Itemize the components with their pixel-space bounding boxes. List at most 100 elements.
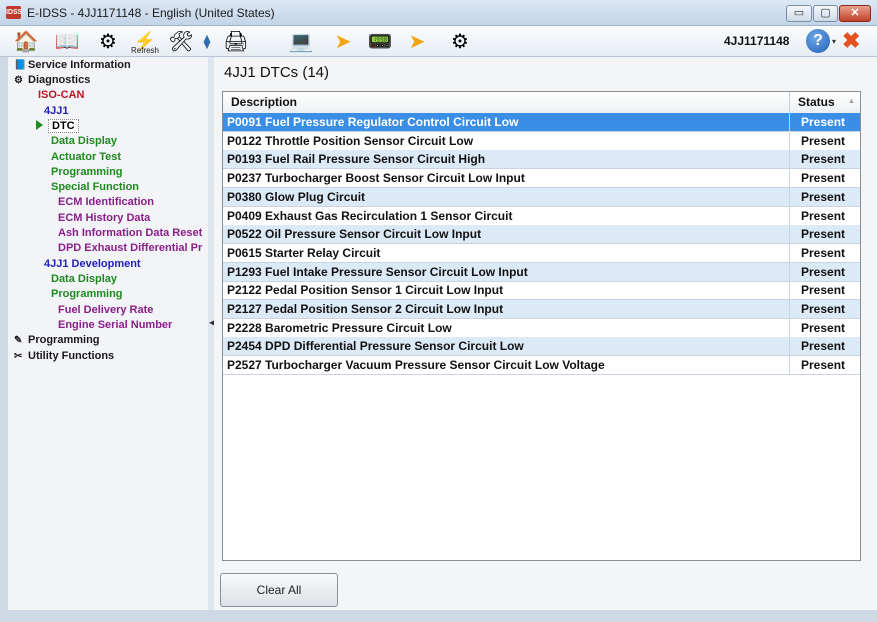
help-dropdown-icon[interactable]: ▾ — [832, 37, 836, 46]
app-logo-icon: IDSS — [6, 6, 22, 19]
dtc-description: P0615 Starter Relay Circuit — [227, 245, 381, 260]
dtc-status-cell: Present — [789, 300, 860, 318]
tree-utility-functions[interactable]: ✂ Utility Functions — [14, 350, 114, 362]
tree-4jj1[interactable]: 4JJ1 — [44, 105, 68, 117]
dtc-status-cell: Present — [789, 318, 860, 337]
tree-data-display[interactable]: Data Display — [51, 135, 117, 147]
tree-ecm-identification[interactable]: ECM Identification — [58, 196, 154, 208]
table-row[interactable]: P0237 Turbocharger Boost Sensor Circuit … — [223, 169, 860, 189]
clear-all-button[interactable]: Clear All — [220, 573, 338, 607]
dtc-status-cell: Present — [789, 169, 860, 188]
dtc-status: Present — [801, 152, 846, 167]
table-row[interactable]: P2228 Barometric Pressure Circuit Low Pre… — [223, 318, 860, 338]
tools-icon: ✂ — [14, 351, 23, 362]
column-header-status[interactable]: Status ▲ — [789, 92, 860, 113]
dtc-description: P0193 Fuel Rail Pressure Sensor Circuit … — [227, 152, 486, 167]
tree-service-information[interactable]: 📘 Service Information — [14, 59, 131, 71]
page-title: 4JJ1 DTCs (14) — [224, 64, 330, 81]
dtc-status: Present — [801, 133, 846, 148]
printer-icon[interactable]: 🖨 — [222, 28, 250, 54]
tree-dtc[interactable]: DTC — [36, 119, 79, 133]
dtc-description: P0237 Turbocharger Boost Sensor Circuit … — [227, 171, 525, 186]
status-bar — [0, 610, 877, 622]
table-row[interactable]: P0091 Fuel Pressure Regulator Control Ci… — [223, 113, 860, 132]
tree-diagnostics[interactable]: ⚙ Diagnostics — [14, 74, 90, 86]
dtc-status: Present — [801, 339, 846, 354]
engine-icon[interactable]: ⚙ — [92, 28, 124, 54]
tree-ecm-history-data[interactable]: ECM History Data — [58, 212, 150, 224]
table-row[interactable]: P2454 DPD Differential Pressure Sensor C… — [223, 337, 860, 357]
tree-programming-root[interactable]: ✎ Programming — [14, 334, 100, 346]
navigation-tree: 📘 Service Information ⚙ Diagnostics ISO-CA… — [8, 57, 209, 610]
dtc-status-cell: Present — [789, 131, 860, 150]
help-icon[interactable]: ? — [806, 29, 830, 53]
close-button[interactable]: ✕ — [839, 5, 871, 22]
laptop-icon[interactable]: 💻 — [282, 28, 320, 54]
refresh-button[interactable]: ⚡ Refresh — [128, 28, 162, 56]
exit-icon[interactable]: ✖ — [842, 28, 860, 54]
dtc-status-cell: Present — [789, 337, 860, 356]
dtc-description: P2228 Barometric Pressure Circuit Low — [227, 320, 452, 335]
dtc-status: Present — [801, 302, 846, 316]
dtc-description: P1293 Fuel Intake Pressure Sensor Circui… — [227, 264, 528, 279]
device-icon[interactable]: 📟 — [368, 28, 393, 54]
dtc-status-cell: Present — [789, 262, 860, 281]
tree-iso-can[interactable]: ISO-CAN — [38, 89, 84, 101]
tree-special-function[interactable]: Special Function — [51, 181, 139, 193]
table-row[interactable]: P0615 Starter Relay Circuit Present — [223, 243, 860, 263]
table-row[interactable]: P1293 Fuel Intake Pressure Sensor Circui… — [223, 262, 860, 282]
programming-icon: ✎ — [14, 335, 23, 346]
table-row[interactable]: P0522 Oil Pressure Sensor Circuit Low In… — [223, 225, 860, 245]
dtc-status-cell: Present — [789, 356, 860, 375]
dtc-status: Present — [801, 358, 846, 373]
tools-icon[interactable]: 🛠 — [166, 28, 196, 54]
table-row[interactable]: P0409 Exhaust Gas Recirculation 1 Sensor… — [223, 206, 860, 226]
book-icon: 📘 — [14, 60, 27, 71]
table-row[interactable]: P0193 Fuel Rail Pressure Sensor Circuit … — [223, 150, 860, 170]
table-row[interactable]: P2527 Turbocharger Vacuum Pressure Senso… — [223, 356, 860, 376]
dtc-status: Present — [801, 171, 846, 186]
table-row[interactable]: P0122 Throttle Position Sensor Circuit L… — [223, 131, 860, 151]
arrow-icon: ➤ — [334, 30, 352, 53]
dtc-description: P2122 Pedal Position Sensor 1 Circuit Lo… — [227, 283, 504, 298]
tree-4jj1-development[interactable]: 4JJ1 Development — [44, 258, 141, 270]
column-header-description[interactable]: Description — [231, 95, 297, 109]
engine-icon: ⚙ — [14, 75, 23, 86]
dtc-status: Present — [801, 264, 846, 279]
book-icon[interactable]: 📖 — [50, 28, 84, 54]
dtc-table: Description Status ▲ P0091 Fuel Pressure… — [222, 91, 861, 561]
tree-dev-programming[interactable]: Programming — [51, 288, 123, 300]
tree-engine-serial-number[interactable]: Engine Serial Number — [58, 319, 172, 331]
dtc-description: P0091 Fuel Pressure Regulator Control Ci… — [227, 115, 519, 129]
table-row[interactable]: P2127 Pedal Position Sensor 2 Circuit Lo… — [223, 300, 860, 319]
dtc-description: P2454 DPD Differential Pressure Sensor C… — [227, 339, 524, 354]
table-row[interactable]: P2122 Pedal Position Sensor 1 Circuit Lo… — [223, 281, 860, 301]
window-title: E-IDSS - 4JJ1171148 - English (United St… — [27, 6, 275, 20]
tree-dpd-exhaust-differential[interactable]: DPD Exhaust Differential Pr — [58, 242, 202, 254]
toolbar: 🏠 📖 ⚙ ⚡ Refresh 🛠 ⧫ 🖨 💻 ➤ 📟 ➤ ⚙ 4JJ11711… — [0, 26, 877, 57]
dtc-description: P0522 Oil Pressure Sensor Circuit Low In… — [227, 227, 482, 242]
play-icon — [36, 120, 43, 130]
sort-up-icon: ▲ — [848, 98, 855, 105]
maximize-button[interactable]: ▢ — [813, 5, 838, 22]
dtc-status-cell: Present — [789, 206, 860, 225]
tree-actuator-test[interactable]: Actuator Test — [51, 151, 121, 163]
dtc-status: Present — [801, 189, 846, 204]
vin-label: 4JJ1171148 — [724, 34, 790, 48]
dtc-status-cell: Present — [789, 243, 860, 262]
tree-dev-data-display[interactable]: Data Display — [51, 273, 117, 285]
dtc-status: Present — [801, 115, 846, 129]
minimize-button[interactable]: ▭ — [786, 5, 812, 22]
dtc-description: P0380 Glow Plug Circuit — [227, 189, 366, 204]
pin-icon[interactable]: ⧫ — [200, 28, 214, 54]
engine-icon[interactable]: ⚙ — [444, 28, 476, 54]
table-row[interactable]: P0380 Glow Plug Circuit Present — [223, 187, 860, 207]
main-panel: 4JJ1 DTCs (14) Description Status ▲ P009… — [214, 57, 877, 610]
home-icon[interactable]: 🏠 — [10, 28, 42, 54]
dtc-status: Present — [801, 245, 846, 260]
tree-programming[interactable]: Programming — [51, 166, 123, 178]
tree-fuel-delivery-rate[interactable]: Fuel Delivery Rate — [58, 304, 153, 316]
dtc-status: Present — [801, 283, 846, 298]
tree-ash-information-data-reset[interactable]: Ash Information Data Reset — [58, 227, 202, 239]
dtc-status-cell: Present — [789, 225, 860, 244]
